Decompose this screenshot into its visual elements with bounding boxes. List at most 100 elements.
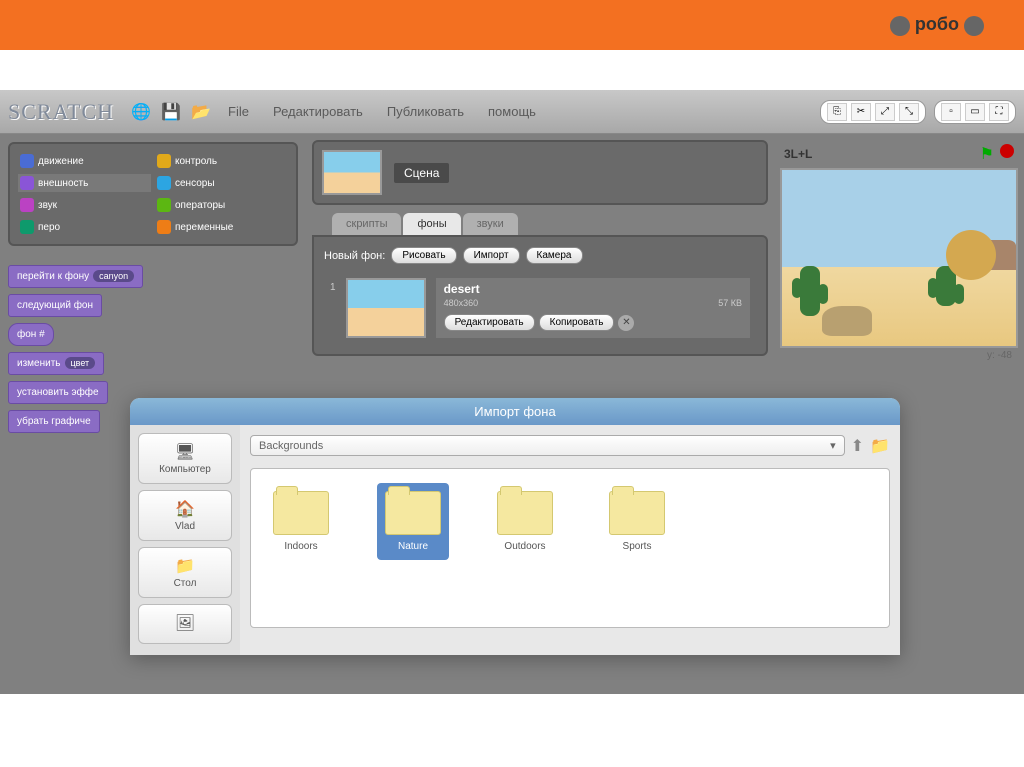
folder-icon: 📁: [143, 556, 227, 576]
category-label: движение: [38, 156, 84, 167]
bg-item-name[interactable]: desert: [444, 282, 742, 296]
category-label: сенсоры: [175, 178, 215, 189]
category-color-dot: [157, 198, 171, 212]
block-next-bg[interactable]: следующий фон: [8, 294, 102, 317]
category-control[interactable]: контроль: [155, 152, 288, 170]
menu-file[interactable]: File: [220, 100, 257, 123]
category-pen[interactable]: перо: [18, 218, 151, 236]
folder-icon: [497, 491, 553, 535]
block-label: перейти к фону: [17, 271, 89, 282]
dialog-sidebar: 🖥Компьютер 🏠 Vlad 📁 Стол 🖼: [130, 425, 240, 655]
dialog-main: Backgrounds ▾ ⬆ 📁 Indoors Nature Outdoor…: [240, 425, 900, 655]
stage-controls: ⚑: [980, 144, 1014, 164]
category-color-dot: [20, 154, 34, 168]
folder-nature[interactable]: Nature: [377, 483, 449, 560]
app-title: SCRATCH: [8, 99, 114, 125]
stamp-icon[interactable]: ⎘: [827, 103, 847, 121]
folder-indoors[interactable]: Indoors: [265, 483, 337, 560]
sprite-tools: ⎘ ✂ ⤢ ⤡: [820, 100, 926, 124]
up-folder-icon[interactable]: ⬆: [851, 436, 864, 456]
block-label: изменить: [17, 358, 61, 369]
stage-lion-sprite: [946, 230, 996, 280]
bg-edit-button[interactable]: Редактировать: [444, 314, 535, 331]
globe-icon[interactable]: 🌐: [130, 101, 152, 123]
category-color-dot: [20, 198, 34, 212]
menu-share[interactable]: Публиковать: [379, 100, 472, 123]
bg-copy-button[interactable]: Копировать: [539, 314, 615, 331]
green-flag-icon[interactable]: ⚑: [980, 144, 994, 164]
camera-button[interactable]: Камера: [526, 247, 583, 264]
grow-icon[interactable]: ⤢: [875, 103, 895, 121]
gear-icon: [964, 16, 984, 36]
computer-icon: 🖥: [143, 442, 227, 462]
tab-scripts[interactable]: скрипты: [332, 213, 401, 235]
bg-item-thumb[interactable]: [346, 278, 426, 338]
location-label: Vlad: [175, 521, 195, 532]
category-motion[interactable]: движение: [18, 152, 151, 170]
page-header: робо: [0, 0, 1024, 50]
block-change-effect[interactable]: изменить цвет: [8, 352, 104, 375]
bg-delete-icon[interactable]: ✕: [618, 315, 634, 331]
stage-canvas[interactable]: [780, 168, 1018, 348]
bg-list-item: 1 desert 480x360 57 КВ Редактировать Коп…: [324, 272, 756, 344]
category-label: перо: [38, 222, 60, 233]
block-switch-bg[interactable]: перейти к фону canyon: [8, 265, 143, 288]
block-param[interactable]: цвет: [65, 357, 96, 369]
location-examples[interactable]: 🖼: [138, 604, 232, 644]
stage-title: 3L+L: [784, 147, 812, 161]
path-value: Backgrounds: [259, 440, 323, 452]
menu-edit[interactable]: Редактировать: [265, 100, 371, 123]
category-variables[interactable]: переменные: [155, 218, 288, 236]
paint-button[interactable]: Рисовать: [391, 247, 456, 264]
scissors-icon[interactable]: ✂: [851, 103, 871, 121]
location-label: Стол: [174, 578, 197, 589]
new-folder-icon[interactable]: 📁: [870, 436, 890, 456]
picture-icon: 🖼: [143, 613, 227, 633]
folder-label: Nature: [398, 541, 428, 552]
tab-sounds[interactable]: звуки: [463, 213, 518, 235]
block-param[interactable]: canyon: [93, 270, 134, 282]
shrink-icon[interactable]: ⤡: [899, 103, 919, 121]
bg-dimensions: 480x360: [444, 298, 479, 308]
category-color-dot: [157, 154, 171, 168]
category-color-dot: [157, 220, 171, 234]
category-operators[interactable]: операторы: [155, 196, 288, 214]
location-computer[interactable]: 🖥Компьютер: [138, 433, 232, 484]
logo: робо: [890, 14, 984, 35]
tab-backgrounds[interactable]: фоны: [403, 213, 460, 235]
sprite-name[interactable]: Сцена: [394, 163, 449, 183]
category-looks[interactable]: внешность: [18, 174, 151, 192]
main-toolbar: SCRATCH 🌐 💾 📂 File Редактировать Публико…: [0, 90, 1024, 134]
block-bg-num[interactable]: фон #: [8, 323, 54, 346]
folder-sports[interactable]: Sports: [601, 483, 673, 560]
category-label: звук: [38, 200, 57, 211]
new-bg-label: Новый фон:: [324, 250, 385, 262]
folder-open-icon[interactable]: 📂: [190, 101, 212, 123]
file-browser[interactable]: Indoors Nature Outdoors Sports: [250, 468, 890, 628]
block-set-effect[interactable]: установить эффе: [8, 381, 108, 404]
block-clear-effects[interactable]: убрать графиче: [8, 410, 100, 433]
location-user[interactable]: 🏠 Vlad: [138, 490, 232, 541]
home-icon: 🏠: [143, 499, 227, 519]
path-dropdown[interactable]: Backgrounds ▾: [250, 435, 845, 456]
block-categories: движение контроль внешность сенсоры звук…: [8, 142, 298, 246]
logo-text: робо: [915, 14, 959, 34]
category-color-dot: [20, 220, 34, 234]
sprite-thumbnail[interactable]: [322, 150, 382, 195]
category-sensing[interactable]: сенсоры: [155, 174, 288, 192]
stage-header: 3L+L ⚑: [780, 140, 1018, 168]
gear-icon: [890, 16, 910, 36]
import-button[interactable]: Импорт: [463, 247, 520, 264]
category-sound[interactable]: звук: [18, 196, 151, 214]
location-desktop[interactable]: 📁 Стол: [138, 547, 232, 598]
folder-outdoors[interactable]: Outdoors: [489, 483, 561, 560]
chevron-down-icon: ▾: [830, 439, 836, 452]
stage-coordinates: y: -48: [780, 348, 1018, 363]
folder-icon: [385, 491, 441, 535]
save-icon[interactable]: 💾: [160, 101, 182, 123]
small-stage-icon[interactable]: ▫: [941, 103, 961, 121]
present-icon[interactable]: ⛶: [989, 103, 1009, 121]
stop-icon[interactable]: [1000, 144, 1014, 158]
menu-help[interactable]: помощь: [480, 100, 544, 123]
large-stage-icon[interactable]: ▭: [965, 103, 985, 121]
